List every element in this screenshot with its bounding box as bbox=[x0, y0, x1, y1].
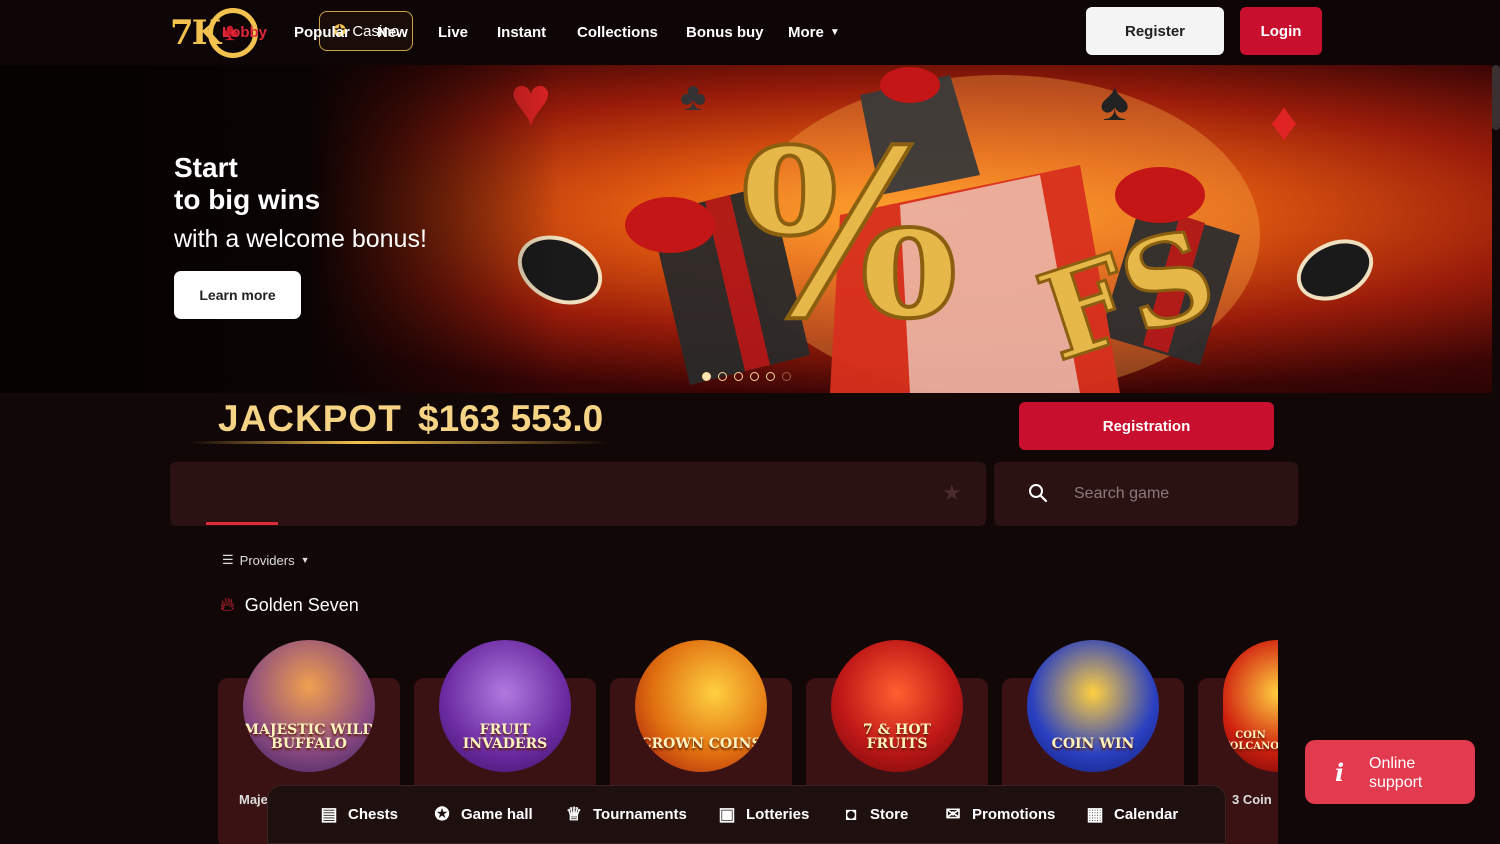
providers-label: Providers bbox=[239, 552, 295, 568]
category-tabs bbox=[170, 462, 986, 526]
carousel-dot[interactable] bbox=[766, 372, 775, 381]
banner-headline-2: to big wins bbox=[174, 184, 321, 215]
register-button[interactable]: Register bbox=[1086, 7, 1224, 55]
login-button[interactable]: Login bbox=[1240, 7, 1322, 55]
nav-label: Game hall bbox=[461, 805, 533, 823]
section-title: Golden Seven bbox=[244, 595, 359, 615]
carousel-dot[interactable] bbox=[750, 372, 759, 381]
tab-more-label: More bbox=[788, 23, 824, 41]
game-art-title: 7 & HOT FRUITS bbox=[863, 721, 931, 753]
section-header: 🔥︎ Golden Seven bbox=[220, 594, 359, 617]
active-tab-indicator bbox=[206, 522, 278, 525]
carousel-dot[interactable] bbox=[782, 372, 791, 381]
nav-calendar[interactable]: ▦ Calendar bbox=[1084, 803, 1178, 825]
providers-filter[interactable]: ☰ Providers ▼ bbox=[222, 552, 310, 568]
search-input[interactable] bbox=[1074, 482, 1274, 506]
nav-label: Promotions bbox=[972, 805, 1056, 823]
info-icon: i bbox=[1335, 758, 1345, 787]
jackpot-label: JACKPOT bbox=[218, 398, 402, 439]
nav-store[interactable]: ◘ Store bbox=[840, 803, 909, 825]
tab-collections[interactable]: Collections bbox=[577, 0, 658, 64]
flame-icon: 🔥︎ bbox=[220, 594, 235, 616]
nav-promotions[interactable]: ✉ Promotions bbox=[942, 803, 1055, 825]
tab-more[interactable]: More ▼ bbox=[788, 0, 840, 64]
game-thumbnail[interactable]: CROWN COINS bbox=[635, 640, 767, 772]
svg-text:♣: ♣ bbox=[680, 75, 706, 119]
tab-new[interactable]: New bbox=[377, 0, 408, 64]
bag-icon: ◘ bbox=[845, 803, 857, 824]
jackpot-panel: JACKPOT $163 553.0 bbox=[180, 393, 640, 453]
game-title: Maje bbox=[239, 792, 268, 807]
nav-lotteries[interactable]: ▣ Lotteries bbox=[716, 803, 809, 825]
game-title: 3 Coin bbox=[1232, 792, 1272, 807]
nav-tournaments[interactable]: ♕ Tournaments bbox=[563, 803, 687, 825]
search-icon[interactable] bbox=[1028, 483, 1048, 503]
nav-label: Calendar bbox=[1114, 805, 1179, 823]
tab-bonus-buy[interactable]: Bonus buy bbox=[686, 0, 764, 64]
chest-icon: ▤ bbox=[320, 803, 338, 824]
support-label: Online support bbox=[1369, 755, 1423, 792]
carousel-dot[interactable] bbox=[702, 372, 711, 381]
nav-game-hall[interactable]: ✪ Game hall bbox=[431, 803, 533, 825]
banner-subheadline: with a welcome bonus! bbox=[174, 225, 427, 253]
chevron-down-icon: ▼ bbox=[829, 26, 840, 38]
nav-label: Lotteries bbox=[746, 805, 810, 823]
carousel-dots bbox=[702, 372, 791, 381]
game-art-title: FRUIT INVADERS bbox=[462, 721, 548, 753]
svg-text:♦: ♦ bbox=[1270, 90, 1298, 152]
tab-instant[interactable]: Instant bbox=[497, 0, 546, 64]
carousel-dot[interactable] bbox=[734, 372, 743, 381]
game-art-title: COIN WIN bbox=[1051, 736, 1135, 753]
registration-button[interactable]: Registration bbox=[1019, 402, 1274, 450]
game-art-title: CROWN COINS bbox=[640, 736, 762, 753]
nav-label: Chests bbox=[348, 805, 399, 823]
gift-icon: ✉ bbox=[945, 803, 961, 824]
ticket-icon: ▣ bbox=[718, 803, 736, 824]
svg-text:%: % bbox=[740, 100, 959, 370]
banner-artwork: % FS ♥ ♣ ♠ ♦ bbox=[510, 65, 1374, 393]
learn-more-button[interactable]: Learn more bbox=[174, 271, 301, 319]
chevron-down-icon: ▼ bbox=[300, 555, 310, 565]
calendar-icon: ▦ bbox=[1086, 803, 1104, 824]
svg-text:♠: ♠ bbox=[1100, 70, 1129, 132]
jackpot-underline bbox=[190, 441, 610, 444]
online-support-button[interactable]: i Online support bbox=[1305, 740, 1475, 804]
banner-headline-1: Start bbox=[174, 152, 238, 183]
jackpot-value: $163 553.0 bbox=[418, 398, 604, 439]
filter-lines-icon: ☰ bbox=[222, 552, 234, 567]
game-thumbnail[interactable]: COIN WIN bbox=[1027, 640, 1159, 772]
tab-lobby[interactable]: Lobby bbox=[222, 0, 267, 64]
nav-label: Tournaments bbox=[593, 805, 687, 823]
tab-live[interactable]: Live bbox=[438, 0, 468, 64]
nav-chests[interactable]: ▤ Chests bbox=[318, 803, 398, 825]
carousel-dot[interactable] bbox=[718, 372, 727, 381]
game-art-title: MAJESTIC WILD BUFFALO bbox=[243, 721, 375, 753]
promo-banner[interactable]: % FS ♥ ♣ ♠ ♦ Start to big wins with a we… bbox=[0, 65, 1492, 393]
tab-popular[interactable]: Popular bbox=[294, 0, 350, 64]
page-scrollbar[interactable] bbox=[1492, 65, 1500, 130]
favorites-star-icon[interactable]: ★ bbox=[942, 480, 962, 506]
game-thumbnail[interactable]: FRUIT INVADERS bbox=[439, 640, 571, 772]
trophy-icon: ♕ bbox=[565, 803, 583, 824]
game-thumbnail[interactable]: 7 & HOT FRUITS bbox=[831, 640, 963, 772]
nav-label: Store bbox=[870, 805, 909, 823]
chip-icon: ✪ bbox=[434, 803, 450, 824]
game-thumbnail[interactable]: MAJESTIC WILD BUFFALO bbox=[243, 640, 375, 772]
